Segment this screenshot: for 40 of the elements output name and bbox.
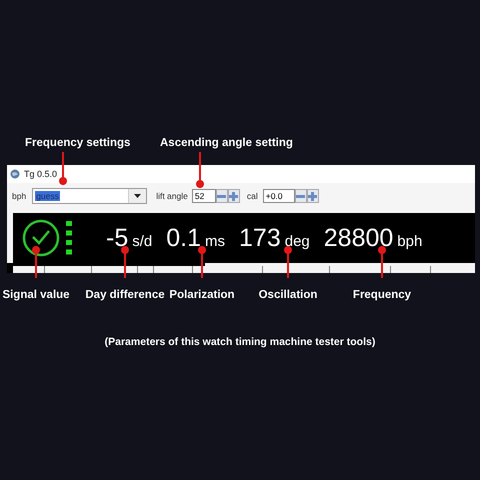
reading-unit: ms bbox=[205, 232, 226, 250]
annotation-label: Polarization bbox=[169, 289, 235, 301]
annotation-label: Signal value bbox=[2, 289, 70, 301]
annotation-label: Frequency bbox=[352, 289, 412, 301]
check-circle-icon bbox=[22, 219, 60, 257]
reading-unit: bph bbox=[397, 232, 422, 250]
signal-bars-icon bbox=[66, 221, 72, 255]
annotation-label: Ascending angle setting bbox=[160, 137, 293, 149]
cal-label: cal bbox=[246, 191, 258, 201]
annotation-label: Oscillation bbox=[258, 289, 318, 301]
lift-angle-label: lift angle bbox=[156, 191, 188, 201]
minus-button[interactable] bbox=[216, 189, 228, 203]
cal-field[interactable]: +0.0 bbox=[262, 189, 295, 203]
leader-line bbox=[196, 152, 204, 188]
minus-icon bbox=[217, 194, 226, 198]
bph-label: bph bbox=[12, 191, 26, 201]
reading-value: 28800 bbox=[324, 224, 394, 252]
reading-unit: s/d bbox=[132, 232, 152, 250]
reading-unit: deg bbox=[284, 232, 310, 250]
leader-line bbox=[378, 246, 386, 278]
annotation-label: Day difference bbox=[85, 289, 165, 301]
leader-line bbox=[121, 246, 129, 278]
reading-value: -5 bbox=[106, 224, 128, 252]
lift-angle-field[interactable]: 52 bbox=[192, 189, 216, 203]
globe-icon bbox=[10, 169, 20, 179]
caption: (Parameters of this watch timing machine tester tools) bbox=[104, 336, 376, 348]
minus-icon bbox=[296, 194, 306, 198]
plus-button[interactable] bbox=[306, 189, 319, 203]
plus-icon bbox=[308, 192, 318, 200]
leader-line bbox=[59, 152, 67, 185]
reading-value: 0.1 bbox=[166, 224, 202, 252]
reading-value: 173 bbox=[239, 224, 281, 252]
annotation-label: Frequency settings bbox=[25, 137, 130, 149]
minus-button[interactable] bbox=[294, 189, 307, 203]
plus-icon bbox=[229, 192, 238, 200]
plus-button[interactable] bbox=[228, 189, 240, 203]
dropdown-arrow-icon bbox=[134, 194, 142, 198]
leader-line bbox=[198, 246, 206, 278]
leader-line bbox=[32, 246, 40, 278]
window-title: Tg 0.5.0 bbox=[24, 169, 58, 179]
